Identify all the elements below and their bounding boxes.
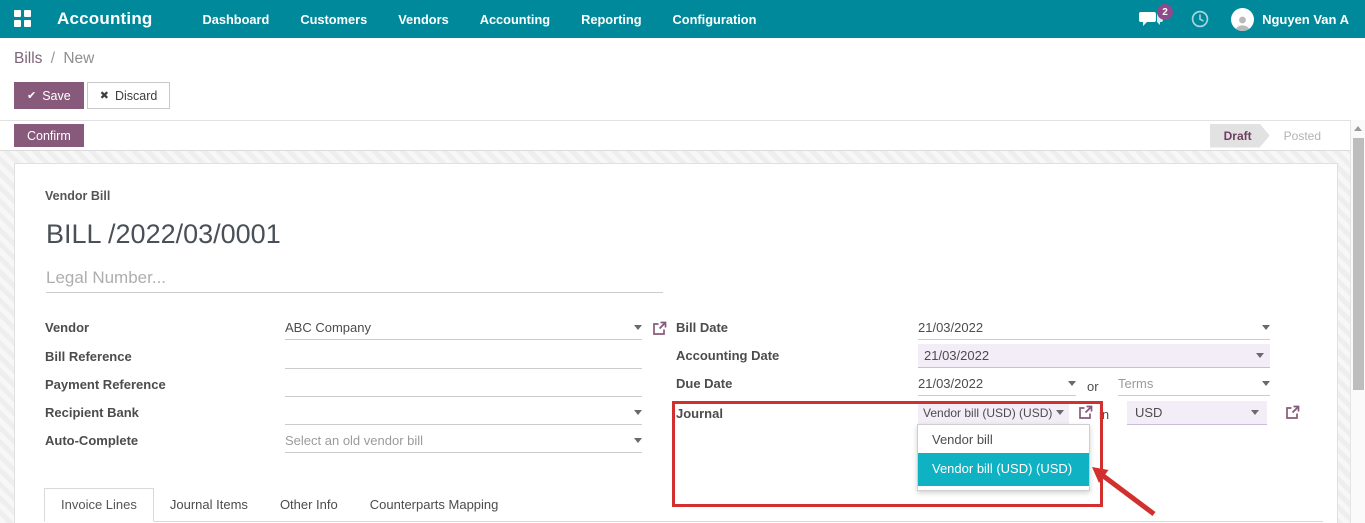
vertical-scrollbar[interactable]	[1350, 120, 1365, 523]
tab-counterparts-mapping[interactable]: Counterparts Mapping	[354, 489, 515, 521]
bill-date-value[interactable]: 21/03/2022	[918, 320, 1256, 335]
discard-button[interactable]: ✖ Discard	[86, 82, 171, 109]
due-date-or-text: or	[1087, 379, 1099, 394]
vendor-label: Vendor	[45, 320, 90, 335]
notebook-tabs: Invoice Lines Journal Items Other Info C…	[44, 488, 1323, 522]
vendor-input[interactable]	[285, 320, 628, 335]
accounting-date-value[interactable]: 21/03/2022	[924, 348, 1250, 363]
nav-item-accounting[interactable]: Accounting	[480, 12, 550, 27]
tab-other-info[interactable]: Other Info	[264, 489, 354, 521]
status-pills: Draft Posted	[1210, 124, 1335, 148]
due-date-field-line: 21/03/2022	[918, 372, 1076, 396]
auto-complete-label: Auto-Complete	[45, 433, 139, 448]
activities-button[interactable]	[1191, 10, 1209, 28]
auto-complete-field-line	[285, 429, 642, 453]
x-icon: ✖	[99, 90, 109, 102]
payment-terms-caret-icon[interactable]	[1262, 381, 1270, 386]
messages-button[interactable]: 2	[1139, 4, 1174, 30]
journal-option-vendor-bill-usd[interactable]: Vendor bill (USD) (USD)	[918, 453, 1089, 486]
payment-reference-label: Payment Reference	[45, 377, 166, 392]
confirm-button[interactable]: Confirm	[14, 124, 84, 147]
bill-number[interactable]: BILL /2022/03/0001	[46, 219, 281, 250]
due-date-caret-icon[interactable]	[1068, 381, 1076, 386]
status-posted[interactable]: Posted	[1270, 129, 1335, 143]
breadcrumb-current: New	[63, 50, 95, 67]
payment-reference-field-line	[285, 373, 642, 397]
currency-caret-icon	[1251, 410, 1259, 415]
apps-grid-icon[interactable]	[14, 10, 32, 28]
app-window: Accounting Dashboard Customers Vendors A…	[0, 0, 1365, 523]
auto-complete-dropdown-caret-icon[interactable]	[634, 438, 642, 443]
recipient-bank-label: Recipient Bank	[45, 405, 139, 420]
currency-select[interactable]: USD	[1127, 401, 1267, 425]
bill-reference-input[interactable]	[285, 349, 642, 364]
recipient-bank-field-line	[285, 401, 642, 425]
accounting-date-caret-icon[interactable]	[1256, 353, 1264, 358]
top-navbar: Accounting Dashboard Customers Vendors A…	[0, 0, 1365, 38]
legal-number-field-line	[46, 263, 663, 293]
app-title[interactable]: Accounting	[57, 9, 153, 29]
check-icon: ✔	[27, 90, 37, 102]
breadcrumb-separator: /	[50, 50, 56, 67]
discard-button-label: Discard	[114, 88, 158, 103]
breadcrumb-bills-link[interactable]: Bills	[14, 50, 42, 67]
due-date-value[interactable]: 21/03/2022	[918, 376, 1062, 391]
accounting-date-field: 21/03/2022	[918, 344, 1270, 368]
save-button-label: Save	[42, 88, 71, 103]
bill-date-caret-icon[interactable]	[1262, 325, 1270, 330]
save-button[interactable]: ✔ Save	[14, 82, 84, 109]
bill-date-label: Bill Date	[676, 320, 729, 335]
clock-icon	[1191, 10, 1209, 28]
journal-selected-value: Vendor bill (USD) (USD)	[923, 405, 1053, 420]
vendor-field-line	[285, 316, 642, 340]
recipient-bank-input[interactable]	[285, 405, 628, 420]
tab-journal-items[interactable]: Journal Items	[154, 489, 264, 521]
vendor-external-link-icon[interactable]	[651, 320, 668, 337]
record-actions: ✔ Save ✖ Discard	[14, 82, 171, 109]
journal-in-text: in	[1099, 407, 1110, 422]
payment-terms-field-line: Terms	[1118, 372, 1270, 396]
bill-date-field-line: 21/03/2022	[918, 316, 1270, 340]
nav-item-customers[interactable]: Customers	[300, 12, 367, 27]
nav-item-dashboard[interactable]: Dashboard	[203, 12, 270, 27]
journal-select[interactable]: Vendor bill (USD) (USD)	[918, 401, 1069, 425]
vendor-dropdown-caret-icon[interactable]	[634, 325, 642, 330]
auto-complete-input[interactable]	[285, 433, 628, 448]
scrollbar-thumb[interactable]	[1353, 138, 1364, 390]
user-avatar[interactable]	[1231, 7, 1255, 31]
bill-reference-field-line	[285, 345, 642, 369]
journal-dropdown-panel: Vendor bill Vendor bill (USD) (USD)	[917, 424, 1090, 491]
nav-item-configuration[interactable]: Configuration	[673, 12, 757, 27]
payment-terms-placeholder[interactable]: Terms	[1118, 376, 1256, 391]
journal-option-vendor-bill[interactable]: Vendor bill	[918, 425, 1089, 453]
person-icon	[1235, 16, 1250, 31]
nav-item-reporting[interactable]: Reporting	[581, 12, 641, 27]
journal-caret-icon	[1056, 410, 1064, 415]
accounting-date-label: Accounting Date	[676, 348, 780, 363]
status-draft[interactable]: Draft	[1210, 124, 1270, 148]
navbar-right: 2 Nguyen Van A	[1139, 4, 1349, 31]
form-sheet	[14, 163, 1338, 523]
statusbar: Confirm Draft Posted	[0, 120, 1365, 151]
legal-number-input[interactable]	[46, 263, 663, 292]
breadcrumb: Bills / New	[14, 50, 94, 68]
recipient-bank-dropdown-caret-icon[interactable]	[634, 410, 642, 415]
currency-external-link-icon[interactable]	[1284, 404, 1301, 421]
main-menu: Dashboard Customers Vendors Accounting R…	[203, 12, 757, 27]
tab-invoice-lines[interactable]: Invoice Lines	[44, 488, 154, 522]
bill-reference-label: Bill Reference	[45, 349, 132, 364]
messages-count-badge: 2	[1157, 4, 1174, 20]
journal-label: Journal	[676, 406, 723, 421]
document-type-label: Vendor Bill	[45, 189, 111, 203]
journal-external-link-icon[interactable]	[1077, 404, 1094, 421]
nav-item-vendors[interactable]: Vendors	[398, 12, 449, 27]
payment-reference-input[interactable]	[285, 377, 642, 392]
user-name[interactable]: Nguyen Van A	[1262, 12, 1349, 27]
scrollbar-up-arrow-icon[interactable]	[1351, 120, 1365, 136]
due-date-label: Due Date	[676, 376, 733, 391]
currency-selected-value: USD	[1135, 405, 1163, 420]
